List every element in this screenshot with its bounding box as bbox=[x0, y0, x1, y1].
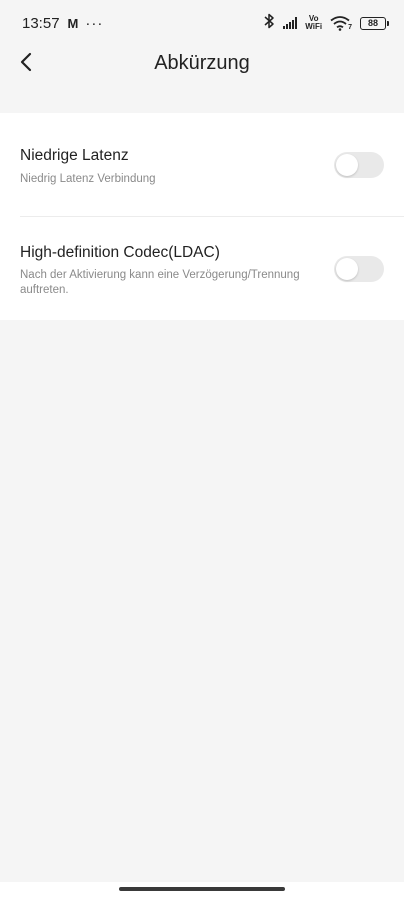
back-button[interactable] bbox=[12, 48, 40, 76]
toggle-knob bbox=[336, 258, 358, 280]
battery-icon: 88 bbox=[360, 16, 389, 30]
wifi-icon: 7 bbox=[330, 15, 352, 31]
toggle-knob bbox=[336, 154, 358, 176]
setting-title: High-definition Codec(LDAC) bbox=[20, 244, 220, 261]
setting-title: Niedrige Latenz bbox=[20, 147, 129, 164]
low-latency-toggle[interactable] bbox=[334, 152, 384, 178]
vowifi-wifi: WiFi bbox=[305, 22, 323, 31]
bluetooth-icon bbox=[263, 13, 275, 33]
clock: 13:57 bbox=[22, 14, 60, 32]
page-title: Abkürzung bbox=[154, 51, 250, 74]
app-header: Abkürzung bbox=[0, 46, 404, 112]
setting-ldac-codec[interactable]: High-definition Codec(LDAC) Nach der Akt… bbox=[0, 217, 404, 320]
status-bar-right: Vo WiFi 7 88 bbox=[263, 13, 389, 33]
signal-icon bbox=[283, 17, 298, 29]
system-nav-bar bbox=[0, 882, 404, 900]
gmail-icon: M bbox=[67, 15, 79, 31]
settings-card: Niedrige Latenz Niedrig Latenz Verbindun… bbox=[0, 113, 404, 320]
setting-low-latency[interactable]: Niedrige Latenz Niedrig Latenz Verbindun… bbox=[0, 113, 404, 217]
vowifi-icon: Vo WiFi bbox=[305, 15, 322, 31]
status-bar: 13:57 M ··· Vo WiFi 7 88 bbox=[0, 0, 404, 46]
setting-subtitle: Nach der Aktivierung kann eine Verzögeru… bbox=[20, 269, 300, 296]
status-bar-left: 13:57 M ··· bbox=[22, 15, 103, 32]
setting-subtitle: Niedrig Latenz Verbindung bbox=[20, 173, 156, 185]
chevron-left-icon bbox=[20, 52, 32, 72]
wifi-standard: 7 bbox=[348, 24, 352, 31]
ldac-toggle[interactable] bbox=[334, 256, 384, 282]
battery-level: 88 bbox=[367, 18, 378, 28]
home-indicator[interactable] bbox=[119, 887, 285, 891]
more-notifications-icon: ··· bbox=[85, 14, 104, 32]
